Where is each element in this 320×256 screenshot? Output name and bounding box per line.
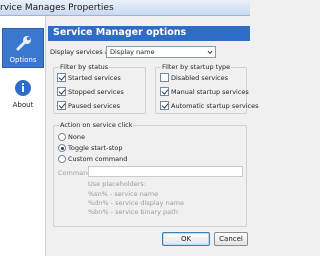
label-stopped: Stopped services	[68, 88, 124, 96]
nav-label-options: Options	[9, 56, 37, 64]
placeholder-bn: %bn% - service binary path	[88, 208, 178, 216]
nav-item-options[interactable]: Options	[2, 28, 44, 68]
label-paused: Paused services	[68, 102, 120, 110]
checkbox-disabled[interactable]	[160, 73, 169, 82]
command-input[interactable]	[88, 166, 243, 177]
checkbox-manual[interactable]	[160, 87, 169, 96]
label-toggle: Toggle start-stop	[68, 144, 123, 152]
placeholder-dn: %dn% - service display name	[88, 199, 185, 207]
action-title: Action on service click	[59, 121, 134, 129]
radio-none[interactable]	[58, 133, 66, 141]
checkbox-stopped[interactable]	[57, 87, 66, 96]
radio-custom[interactable]	[58, 155, 66, 163]
radio-toggle[interactable]	[58, 144, 66, 152]
checkbox-automatic[interactable]	[160, 101, 169, 110]
nav-pane: Options About	[0, 16, 46, 256]
cancel-button[interactable]: Cancel	[214, 232, 248, 246]
info-icon	[15, 80, 31, 96]
filter-status-title: Filter by status	[59, 63, 110, 71]
window-title: rvice Manages Properties	[0, 3, 114, 13]
chevron-down-icon	[207, 50, 213, 55]
display-select-value: Display name	[110, 48, 155, 56]
label-manual: Manual startup services	[171, 88, 249, 96]
placeholder-sn: %sn% - service name	[88, 190, 159, 198]
wrench-icon	[16, 36, 31, 51]
nav-item-about[interactable]: About	[2, 74, 44, 114]
display-select[interactable]: Display name	[106, 46, 216, 58]
label-started: Started services	[68, 74, 121, 82]
panel-header: Service Manager options	[48, 26, 250, 41]
label-disabled: Disabled services	[171, 74, 228, 82]
ok-button[interactable]: OK	[162, 232, 210, 246]
label-automatic: Automatic startup services	[171, 102, 259, 110]
filter-startup-title: Filter by startup type	[161, 63, 232, 71]
nav-label-about: About	[12, 101, 34, 109]
display-label: Display services as:	[50, 48, 115, 56]
panel-title: Service Manager options	[53, 27, 187, 38]
title-bar: rvice Manages Properties	[0, 0, 250, 16]
checkbox-started[interactable]	[57, 73, 66, 82]
checkbox-paused[interactable]	[57, 101, 66, 110]
label-none: None	[68, 133, 85, 141]
label-custom: Custom command	[68, 155, 128, 163]
placeholders-title: Use placeholders:	[88, 180, 146, 188]
command-label: Command	[58, 169, 92, 177]
